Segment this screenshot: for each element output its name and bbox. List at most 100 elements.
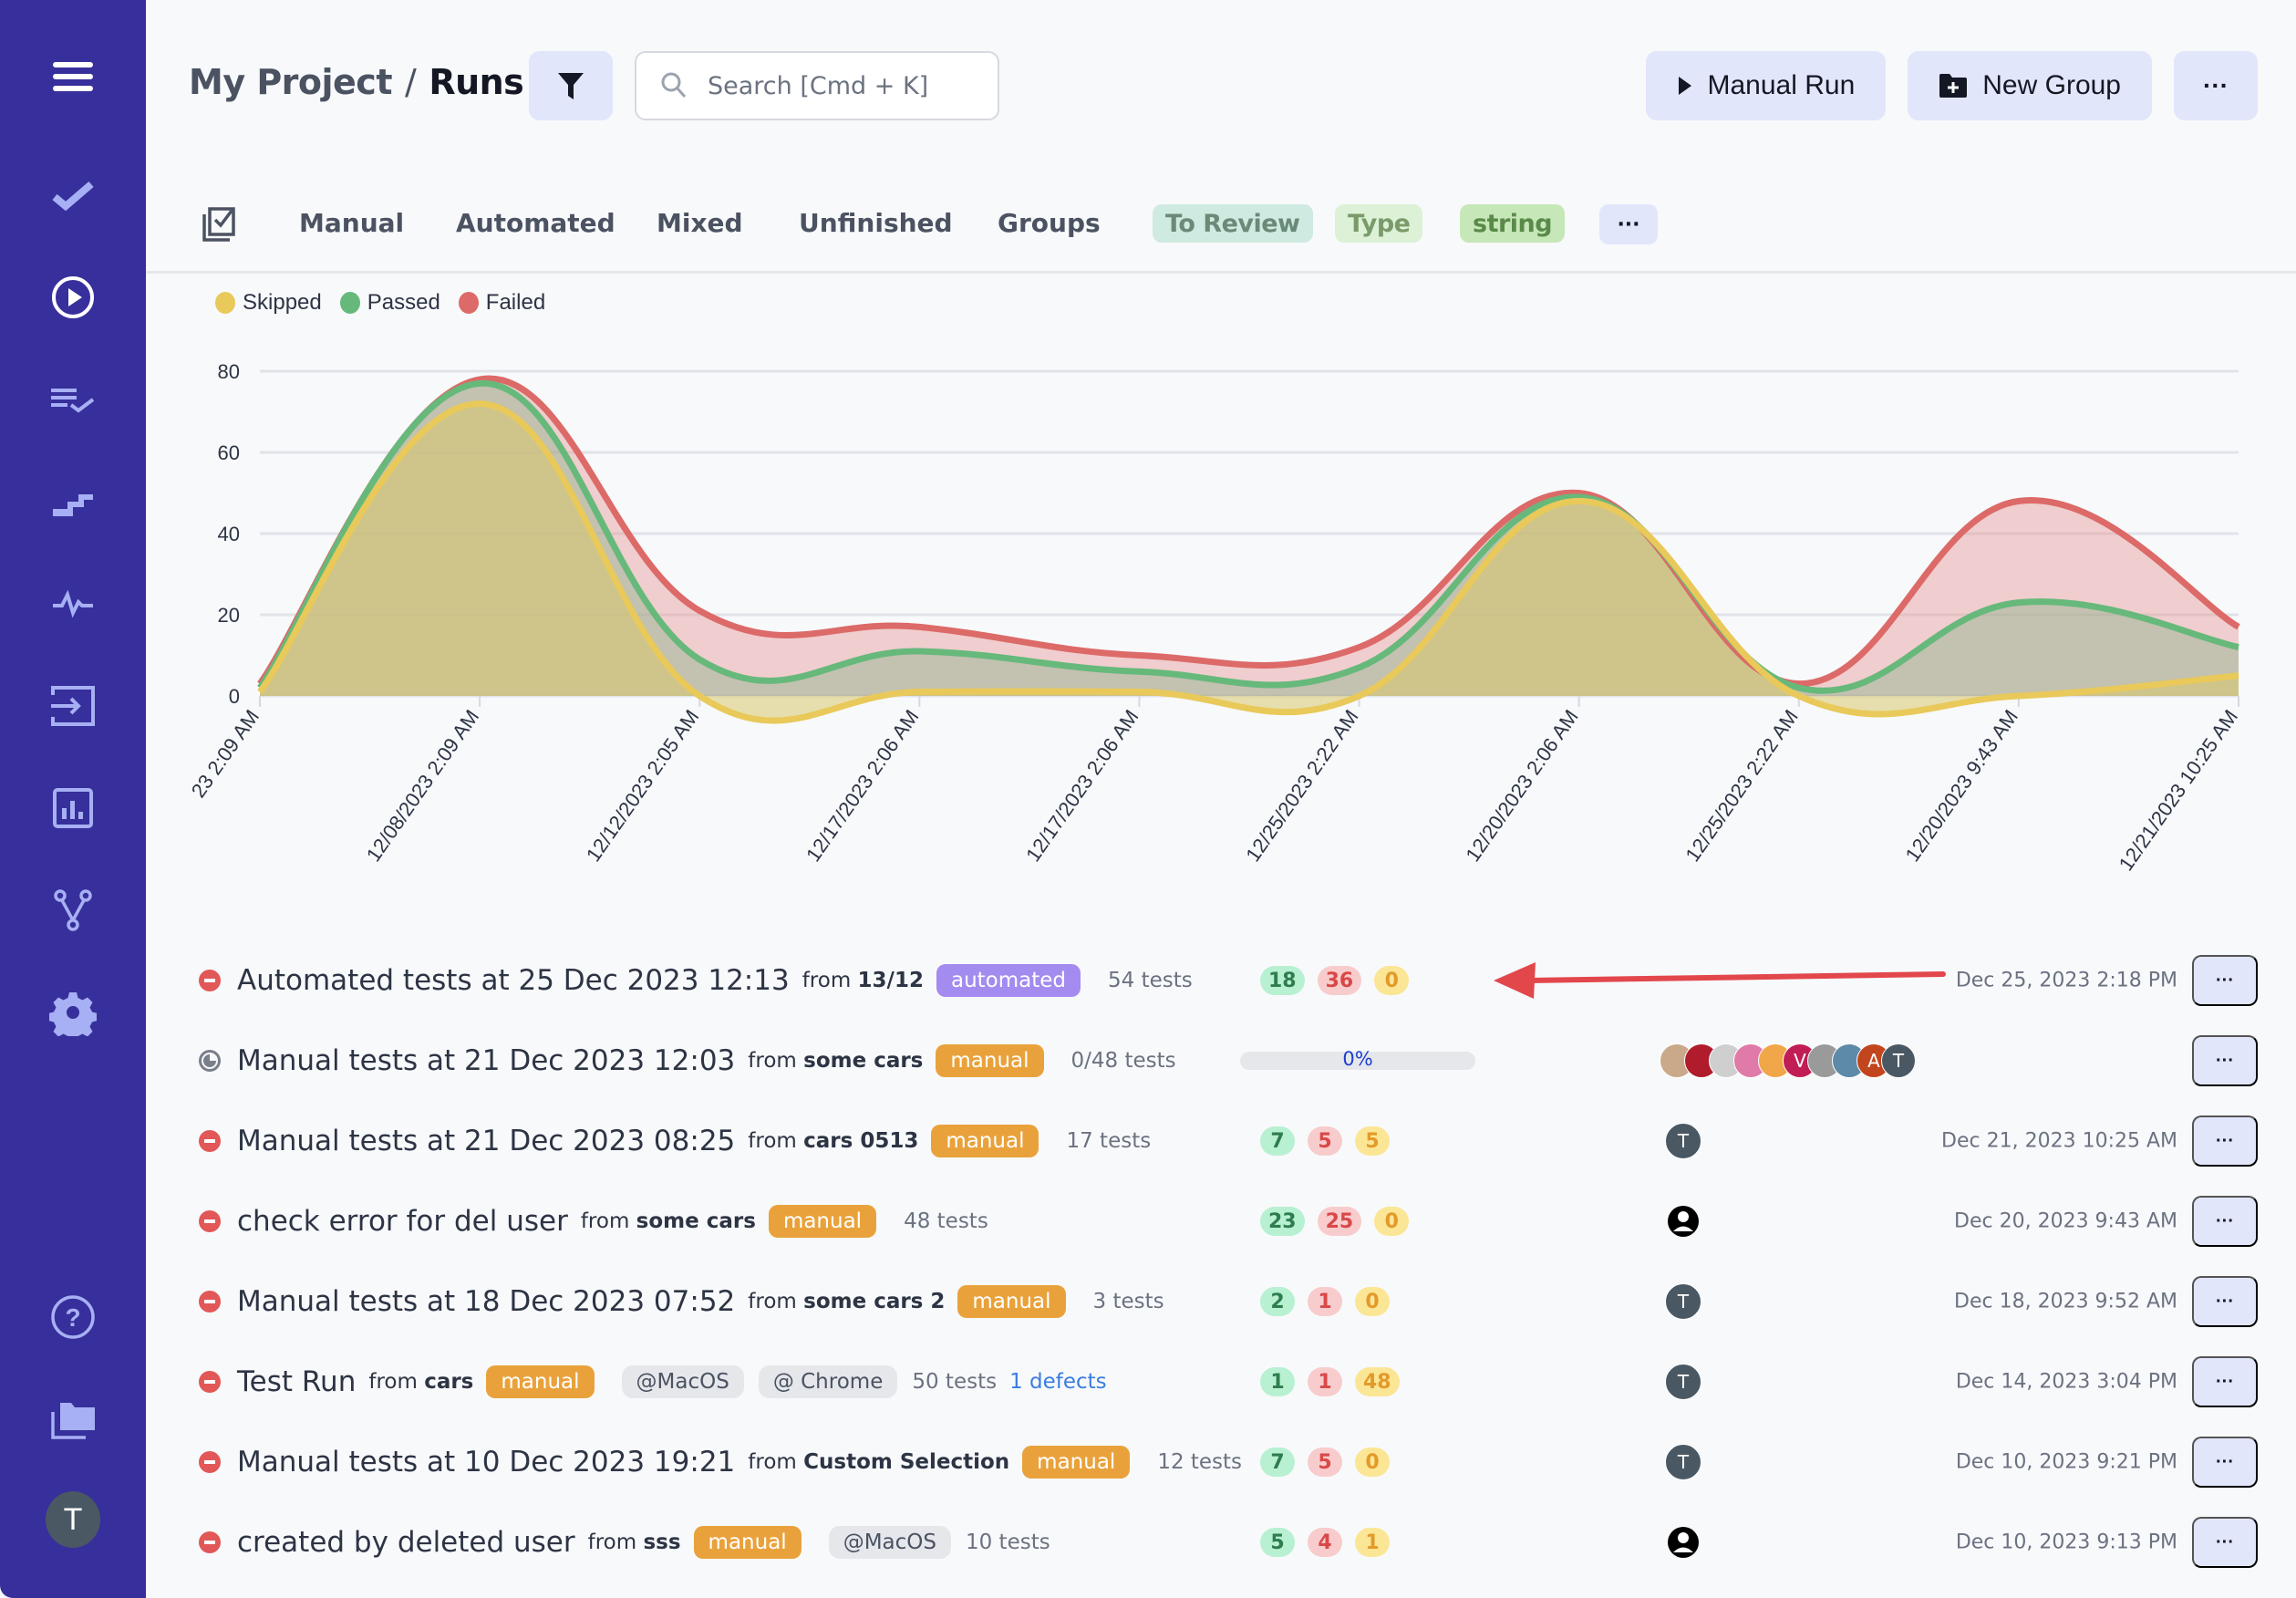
- passed-count: 5: [1260, 1528, 1295, 1557]
- menu-button[interactable]: [46, 49, 100, 104]
- row-more-button[interactable]: ···: [2192, 1356, 2258, 1407]
- tab-unfinished[interactable]: Unfinished: [799, 208, 953, 238]
- tab-mixed[interactable]: Mixed: [657, 208, 743, 238]
- row-more-button[interactable]: ···: [2192, 1196, 2258, 1247]
- row-more-button[interactable]: ···: [2192, 1115, 2258, 1167]
- run-row[interactable]: check error for del user from some cars …: [146, 1181, 2296, 1261]
- run-row[interactable]: created by deleted user from sss manual @…: [146, 1502, 2296, 1582]
- run-info: created by deleted user from sss manual @…: [237, 1526, 1050, 1559]
- chip-type[interactable]: Type: [1335, 204, 1423, 243]
- user-avatar[interactable]: T: [46, 1491, 100, 1548]
- run-row[interactable]: Automated tests at 25 Dec 2023 12:13 fro…: [146, 940, 2296, 1021]
- sidebar-item-projects[interactable]: [46, 1392, 100, 1447]
- more-chips-button[interactable]: ···: [1599, 204, 1658, 244]
- tab-automated[interactable]: Automated: [456, 208, 615, 238]
- gear-icon: [49, 992, 97, 1036]
- run-type-badge: manual: [957, 1285, 1066, 1318]
- manual-run-label: Manual Run: [1707, 70, 1856, 100]
- run-source-name: Custom Selection: [803, 1450, 1010, 1474]
- check-icon: [52, 181, 94, 212]
- assignee-avatar[interactable]: T: [1881, 1043, 1916, 1078]
- search-input[interactable]: [708, 71, 981, 100]
- sidebar-item-steps[interactable]: [46, 474, 100, 529]
- skipped-count: 0: [1355, 1448, 1390, 1477]
- legend-item-failed[interactable]: Failed: [458, 290, 545, 316]
- run-test-count: 12 tests: [1157, 1450, 1243, 1474]
- passed-count: 2: [1260, 1287, 1295, 1316]
- run-title[interactable]: Manual tests at 21 Dec 2023 08:25: [237, 1125, 735, 1157]
- row-more-button[interactable]: ···: [2192, 1517, 2258, 1568]
- skipped-count: 48: [1355, 1367, 1400, 1396]
- sidebar-item-runs[interactable]: [46, 270, 100, 325]
- run-title[interactable]: Manual tests at 21 Dec 2023 12:03: [237, 1044, 735, 1077]
- sidebar-item-settings[interactable]: [46, 985, 100, 1040]
- assignee-avatar[interactable]: T: [1665, 1444, 1701, 1480]
- run-title[interactable]: created by deleted user: [237, 1526, 575, 1559]
- failed-count: 36: [1317, 966, 1362, 995]
- sidebar-item-test-cases[interactable]: [46, 168, 100, 223]
- run-info: Manual tests at 18 Dec 2023 07:52 from s…: [237, 1285, 1164, 1318]
- chip-to-review[interactable]: To Review: [1153, 204, 1313, 243]
- run-tag: @ Chrome: [758, 1365, 898, 1398]
- row-more-button[interactable]: ···: [2192, 1437, 2258, 1488]
- more-dots-icon: ···: [2203, 71, 2229, 99]
- sidebar-item-branches[interactable]: [46, 883, 100, 938]
- run-title[interactable]: Automated tests at 25 Dec 2023 12:13: [237, 964, 790, 997]
- assignee-initial: T: [1677, 1130, 1690, 1152]
- more-actions-button[interactable]: ···: [2174, 51, 2258, 120]
- filter-button[interactable]: [529, 51, 613, 120]
- manual-run-button[interactable]: Manual Run: [1645, 51, 1887, 120]
- page-header: My Project / Runs Manual Run New Group ···: [146, 51, 2296, 120]
- breadcrumb-project[interactable]: My Project: [189, 62, 393, 102]
- run-source-name: cars 0513: [803, 1129, 919, 1153]
- run-test-count: 54 tests: [1108, 969, 1193, 992]
- failed-status-icon: [199, 1531, 221, 1553]
- run-row[interactable]: Test Run from cars manual @MacOS @ Chrome 5…: [146, 1342, 2296, 1422]
- sidebar-item-analytics[interactable]: [46, 781, 100, 835]
- run-title[interactable]: Manual tests at 18 Dec 2023 07:52: [237, 1285, 735, 1318]
- run-row[interactable]: Manual tests at 18 Dec 2023 07:52 from s…: [146, 1261, 2296, 1342]
- breadcrumb-separator: /: [405, 62, 417, 102]
- run-title[interactable]: check error for del user: [237, 1205, 568, 1238]
- select-all-icon[interactable]: [201, 205, 239, 244]
- chip-string[interactable]: string: [1460, 204, 1566, 243]
- runs-stacked-area-chart: 0 20 40 60 80 23 2:09 AM 12/08/2023 2:09 AM 12/…: [187, 360, 2242, 875]
- run-source: from some cars 2: [748, 1290, 945, 1313]
- run-result-counts: 7 5 5: [1260, 1126, 1390, 1156]
- run-source-prefix: from: [748, 1290, 797, 1313]
- sidebar-item-pulse[interactable]: [46, 576, 100, 631]
- run-test-count: 50 tests: [912, 1370, 998, 1394]
- run-defects-link[interactable]: 1 defects: [1009, 1370, 1107, 1394]
- play-icon: [1678, 77, 1691, 95]
- header-actions: Manual Run New Group ···: [1645, 51, 2258, 120]
- analytics-icon: [53, 788, 93, 828]
- failed-status-icon: [199, 1371, 221, 1393]
- assignee-avatar[interactable]: T: [1665, 1123, 1701, 1159]
- run-date: Dec 20, 2023 9:43 AM: [1954, 1209, 2177, 1233]
- sidebar-item-help[interactable]: ?: [46, 1290, 100, 1344]
- tab-manual[interactable]: Manual: [299, 208, 404, 238]
- row-more-button[interactable]: ···: [2192, 1035, 2258, 1086]
- sidebar-item-import[interactable]: [46, 679, 100, 733]
- skipped-count: 1: [1355, 1528, 1390, 1557]
- sidebar-item-plans[interactable]: [46, 372, 100, 427]
- search-box[interactable]: [635, 51, 999, 120]
- run-source-name: 13/12: [857, 969, 924, 992]
- tab-groups[interactable]: Groups: [998, 208, 1101, 238]
- run-info: Manual tests at 21 Dec 2023 08:25 from c…: [237, 1125, 1151, 1157]
- row-more-button[interactable]: ···: [2192, 1276, 2258, 1327]
- row-more-button[interactable]: ···: [2192, 955, 2258, 1006]
- run-type-badge: manual: [931, 1125, 1039, 1157]
- assignee-avatar[interactable]: T: [1665, 1283, 1701, 1320]
- passed-count: 18: [1260, 966, 1305, 995]
- assignee-avatar[interactable]: T: [1665, 1364, 1701, 1400]
- run-title[interactable]: Manual tests at 10 Dec 2023 19:21: [237, 1446, 735, 1479]
- run-row[interactable]: Manual tests at 10 Dec 2023 19:21 from C…: [146, 1422, 2296, 1502]
- new-group-button[interactable]: New Group: [1908, 51, 2152, 120]
- legend-item-skipped[interactable]: Skipped: [215, 290, 322, 316]
- legend-item-passed[interactable]: Passed: [339, 290, 440, 316]
- run-row[interactable]: Manual tests at 21 Dec 2023 12:03 from s…: [146, 1021, 2296, 1101]
- run-row[interactable]: Manual tests at 21 Dec 2023 08:25 from c…: [146, 1101, 2296, 1181]
- legend-swatch-passed: [339, 292, 360, 314]
- run-title[interactable]: Test Run: [237, 1365, 356, 1398]
